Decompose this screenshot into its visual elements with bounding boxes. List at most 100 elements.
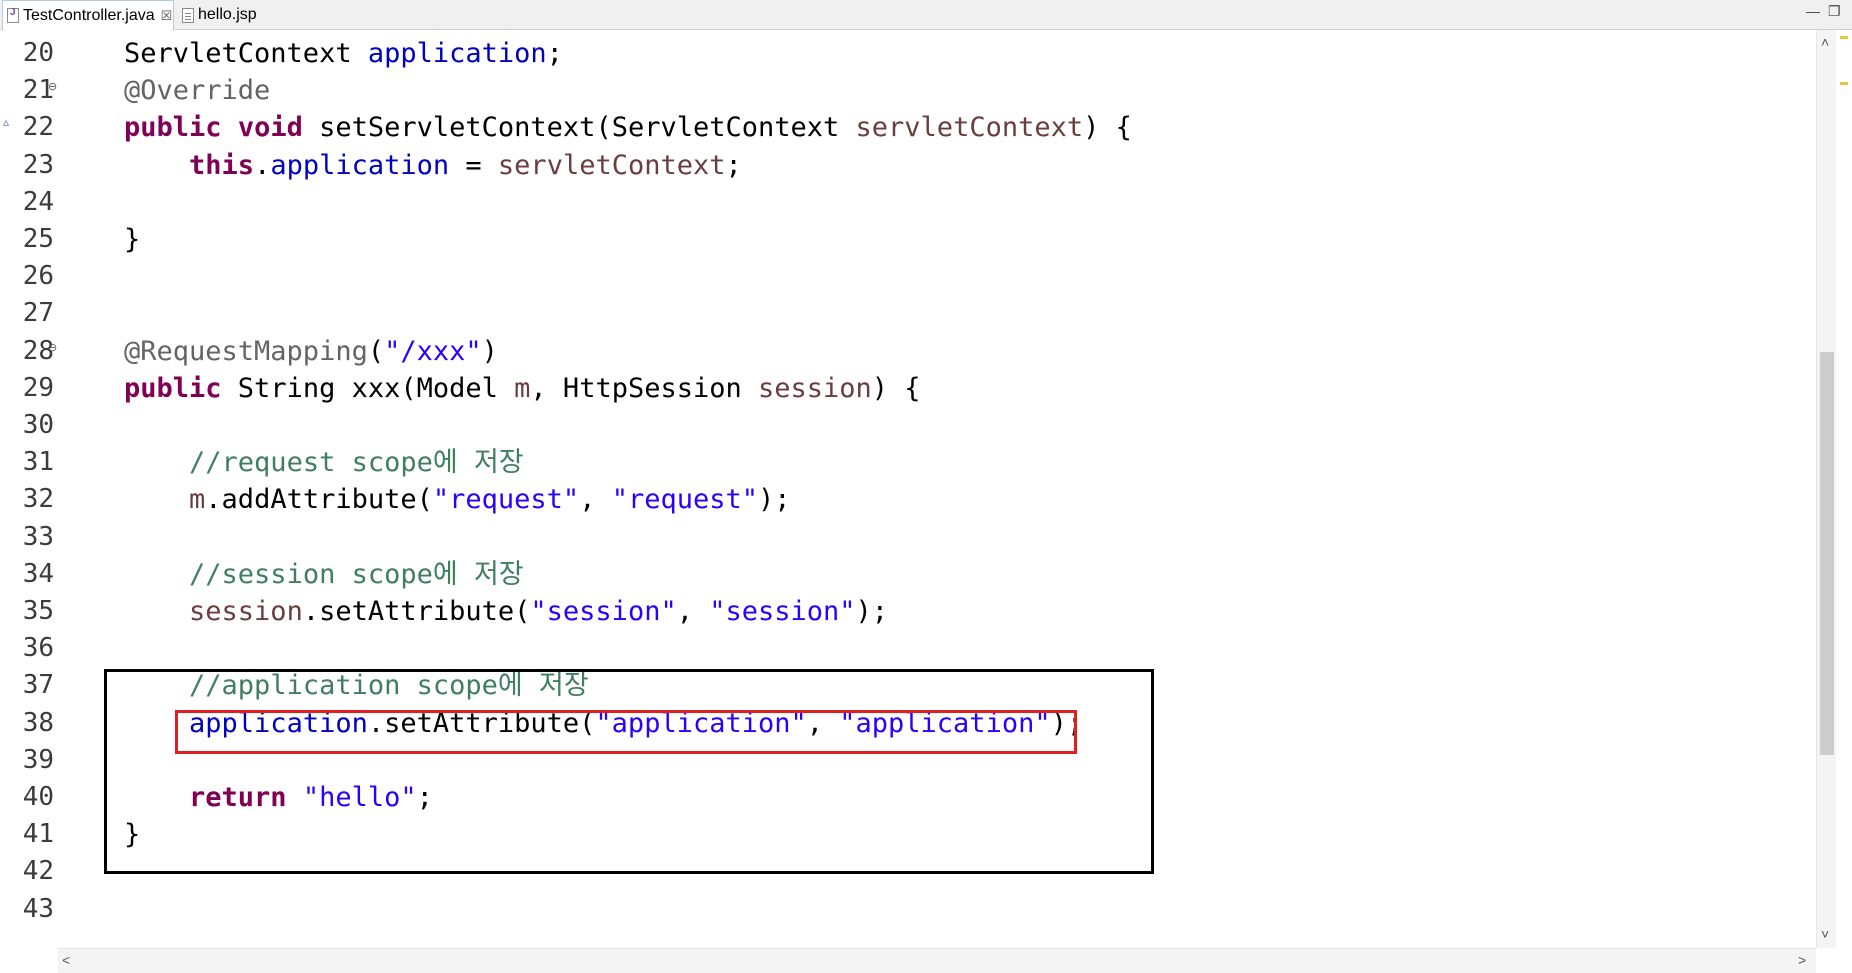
- code-token: "request": [611, 484, 759, 516]
- code-token: ,: [676, 596, 710, 627]
- line-number: 31: [22, 447, 54, 478]
- code-line[interactable]: public void setServletContext(ServletCon…: [124, 109, 1132, 146]
- code-token: String xxx(Model: [221, 372, 515, 404]
- code-line[interactable]: }: [124, 221, 140, 258]
- line-number: 24: [22, 186, 54, 217]
- line-number: 36: [22, 633, 54, 664]
- restore-icon[interactable]: ❐: [1828, 3, 1841, 20]
- code-token: =: [449, 149, 498, 181]
- code-token: (: [367, 335, 385, 367]
- code-token: .addAttribute(: [205, 484, 433, 516]
- code-token: }: [124, 224, 141, 255]
- code-line[interactable]: @RequestMapping("/xxx"): [124, 333, 498, 370]
- minimize-icon[interactable]: —: [1806, 3, 1820, 19]
- fold-toggle-icon[interactable]: ⊖: [48, 80, 57, 93]
- line-number: 26: [22, 261, 54, 292]
- tab-hello-jsp[interactable]: hello.jsp: [178, 0, 278, 30]
- code-token: "session": [709, 596, 856, 627]
- code-line[interactable]: session.setAttribute("session", "session…: [124, 593, 888, 630]
- scroll-down-icon[interactable]: ˅: [1821, 926, 1829, 942]
- line-number: 35: [22, 596, 54, 626]
- highlight-box-set-attribute-line: [175, 710, 1077, 754]
- line-number: 29: [22, 372, 54, 403]
- line-number: 27: [22, 298, 54, 329]
- code-token: application: [367, 38, 547, 69]
- code-token: "/xxx": [384, 335, 482, 367]
- horizontal-scrollbar[interactable]: ˂ ˃: [58, 948, 1816, 973]
- vertical-scrollbar[interactable]: ˄ ˅: [1816, 30, 1837, 948]
- code-token: ) {: [1083, 112, 1132, 144]
- line-number: 39: [22, 744, 54, 775]
- line-number: 38: [22, 707, 54, 738]
- line-number: 25: [22, 224, 54, 254]
- vertical-scroll-thumb[interactable]: [1820, 352, 1834, 755]
- scroll-left-icon[interactable]: ˂: [62, 952, 70, 968]
- code-token: .setAttribute(: [302, 596, 531, 627]
- code-line[interactable]: this.application = servletContext;: [124, 147, 742, 184]
- code-token: );: [855, 596, 889, 627]
- scroll-right-icon[interactable]: ˃: [1798, 952, 1806, 968]
- code-token: ;: [725, 149, 742, 181]
- overview-marker[interactable]: [1840, 36, 1848, 39]
- line-number: 40: [22, 782, 54, 812]
- code-token: servletContext: [497, 149, 726, 181]
- highlight-box-application-block: [104, 669, 1154, 874]
- code-token: );: [758, 484, 791, 516]
- code-line[interactable]: //session scope에 저장: [124, 556, 524, 593]
- code-token: m: [189, 484, 206, 516]
- editor-tab-bar: TestController.java ☒ hello.jsp — ❐: [0, 0, 1852, 30]
- code-token: public: [124, 372, 222, 404]
- line-number: 37: [22, 670, 54, 701]
- code-token: ;: [546, 38, 563, 69]
- code-line[interactable]: @Override: [124, 72, 270, 109]
- code-token: servletContext: [855, 112, 1084, 144]
- fold-toggle-icon[interactable]: ⊖: [48, 341, 57, 354]
- code-token: @Override: [124, 75, 271, 107]
- code-line[interactable]: public String xxx(Model m, HttpSession s…: [124, 370, 921, 407]
- code-token: ) {: [871, 372, 921, 404]
- code-line[interactable]: m.addAttribute("request", "request");: [124, 481, 791, 518]
- overview-ruler[interactable]: [1836, 30, 1852, 948]
- code-token: @RequestMapping: [124, 335, 368, 367]
- code-token: setServletContext(ServletContext: [302, 112, 856, 144]
- line-number: 32: [22, 484, 54, 515]
- code-token: .: [254, 149, 271, 181]
- tab-label: TestController.java: [23, 6, 155, 24]
- code-token: application: [270, 149, 450, 181]
- line-number: 23: [22, 149, 54, 180]
- jsp-file-icon: [182, 7, 194, 23]
- code-token: this: [189, 149, 255, 181]
- line-number: 42: [22, 856, 54, 887]
- scroll-up-icon[interactable]: ˄: [1821, 34, 1829, 50]
- line-number: 30: [22, 410, 54, 440]
- code-token: m: [514, 372, 531, 404]
- code-token: session: [758, 372, 872, 404]
- tab-label: hello.jsp: [198, 6, 257, 23]
- line-number: 33: [22, 521, 54, 552]
- code-token: "session": [530, 596, 677, 627]
- code-token: //request scope에 저장: [189, 447, 524, 479]
- line-number: 22: [22, 112, 54, 143]
- code-token: public: [124, 112, 222, 144]
- code-token: ): [481, 335, 498, 367]
- code-line[interactable]: //request scope에 저장: [124, 444, 524, 481]
- tab-testcontroller-java[interactable]: TestController.java ☒: [2, 0, 174, 30]
- line-number: 41: [22, 819, 54, 850]
- code-token: void: [237, 112, 303, 144]
- java-file-icon: [7, 7, 19, 23]
- close-icon[interactable]: ☒: [161, 8, 173, 24]
- overview-marker[interactable]: [1840, 82, 1848, 85]
- code-token: ServletContext: [124, 38, 368, 69]
- override-marker-icon[interactable]: ▵: [3, 115, 9, 129]
- code-token: ,: [579, 484, 612, 516]
- code-token: //session scope에 저장: [189, 558, 524, 590]
- code-token: , HttpSession: [530, 372, 758, 404]
- line-number: 34: [22, 558, 54, 589]
- code-line[interactable]: ServletContext application;: [124, 35, 563, 72]
- line-number: 43: [22, 893, 54, 924]
